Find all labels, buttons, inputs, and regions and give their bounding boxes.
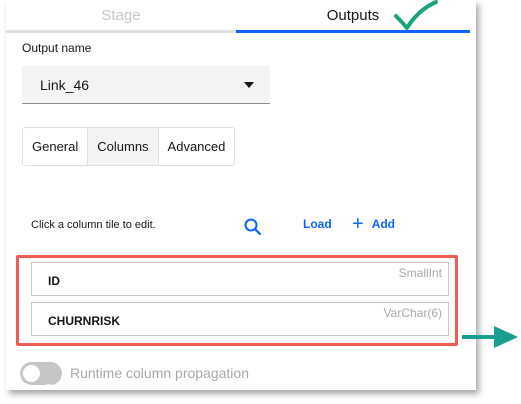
search-icon[interactable] — [243, 217, 263, 242]
column-tile[interactable]: ID SmallInt — [31, 262, 449, 296]
output-subtabs: General Columns Advanced — [22, 127, 236, 166]
tab-columns[interactable]: Columns — [87, 128, 159, 165]
column-type: SmallInt — [398, 266, 442, 280]
load-button[interactable]: Load — [303, 217, 332, 231]
column-name: CHURNRISK — [48, 314, 120, 328]
add-column-label: Add — [371, 217, 396, 231]
torn-edge — [6, 383, 476, 390]
tab-stage[interactable]: Stage — [6, 0, 236, 33]
tab-general[interactable]: General — [23, 128, 87, 165]
output-name-label: Output name — [22, 41, 92, 55]
arrow-right-icon — [460, 320, 520, 359]
output-name-value: Link_46 — [40, 76, 90, 93]
outputs-panel: Stage Outputs Output name Link_46 Genera… — [6, 0, 476, 390]
add-column-button[interactable]: + Add — [352, 214, 395, 234]
output-name-dropdown[interactable]: Link_46 — [22, 66, 270, 104]
column-name: ID — [48, 274, 60, 288]
column-type: VarChar(6) — [383, 306, 442, 320]
columns-hint: Click a column tile to edit. — [31, 219, 156, 231]
column-tile[interactable]: CHURNRISK VarChar(6) — [31, 302, 449, 336]
runtime-propagation-label: Runtime column propagation — [70, 365, 249, 381]
tab-advanced[interactable]: Advanced — [159, 128, 235, 165]
checkmark-icon — [392, 0, 440, 39]
chevron-down-icon — [244, 82, 254, 88]
add-icon: + — [352, 213, 364, 235]
